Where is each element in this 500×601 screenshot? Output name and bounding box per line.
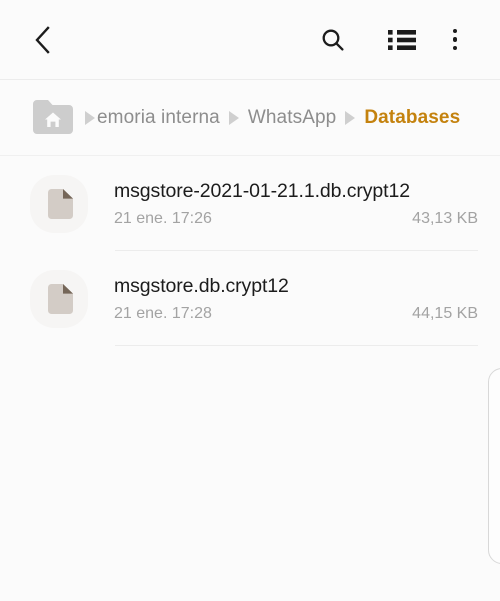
document-file-icon <box>30 174 88 233</box>
back-button[interactable] <box>20 0 66 79</box>
file-name: msgstore.db.crypt12 <box>114 274 289 297</box>
file-subtitle: 21 ene. 17:26 43,13 KB <box>114 210 478 228</box>
search-button[interactable] <box>310 0 356 79</box>
search-icon <box>319 26 347 54</box>
file-list: msgstore-2021-01-21.1.db.crypt12 21 ene.… <box>0 156 500 346</box>
file-info: msgstore.db.crypt12 21 ene. 17:28 44,15 … <box>114 275 500 323</box>
file-size: 43,13 KB <box>412 209 478 227</box>
document-file-icon <box>30 269 88 328</box>
breadcrumb-item-1[interactable]: WhatsApp <box>248 107 336 129</box>
more-options-icon <box>452 28 458 51</box>
list-item[interactable]: msgstore-2021-01-21.1.db.crypt12 21 ene.… <box>0 156 500 251</box>
list-item[interactable]: msgstore.db.crypt12 21 ene. 17:28 44,15 … <box>0 251 500 346</box>
file-name: msgstore-2021-01-21.1.db.crypt12 <box>114 179 410 202</box>
list-view-icon <box>388 28 416 52</box>
back-icon <box>32 25 54 55</box>
breadcrumb: emoria interna WhatsApp Databases <box>0 80 500 156</box>
breadcrumb-item-0[interactable]: emoria interna <box>97 107 220 129</box>
file-date: 21 ene. 17:26 <box>114 209 212 227</box>
breadcrumb-home-button[interactable] <box>29 98 77 138</box>
more-options-button[interactable] <box>434 0 476 79</box>
breadcrumb-separator-icon <box>345 110 356 125</box>
fast-scroll-handle[interactable] <box>488 368 500 564</box>
breadcrumb-separator-icon <box>85 110 95 125</box>
file-subtitle: 21 ene. 17:28 44,15 KB <box>114 305 478 323</box>
file-manager-screen: emoria interna WhatsApp Databases msgsto… <box>0 0 500 601</box>
file-info: msgstore-2021-01-21.1.db.crypt12 21 ene.… <box>114 180 500 228</box>
file-size: 44,15 KB <box>412 304 478 322</box>
app-bar <box>0 0 500 80</box>
breadcrumb-item-2: Databases <box>364 106 461 128</box>
file-date: 21 ene. 17:28 <box>114 304 212 322</box>
home-folder-icon <box>29 98 77 138</box>
breadcrumb-separator-icon <box>228 110 239 125</box>
list-view-button[interactable] <box>379 0 425 79</box>
